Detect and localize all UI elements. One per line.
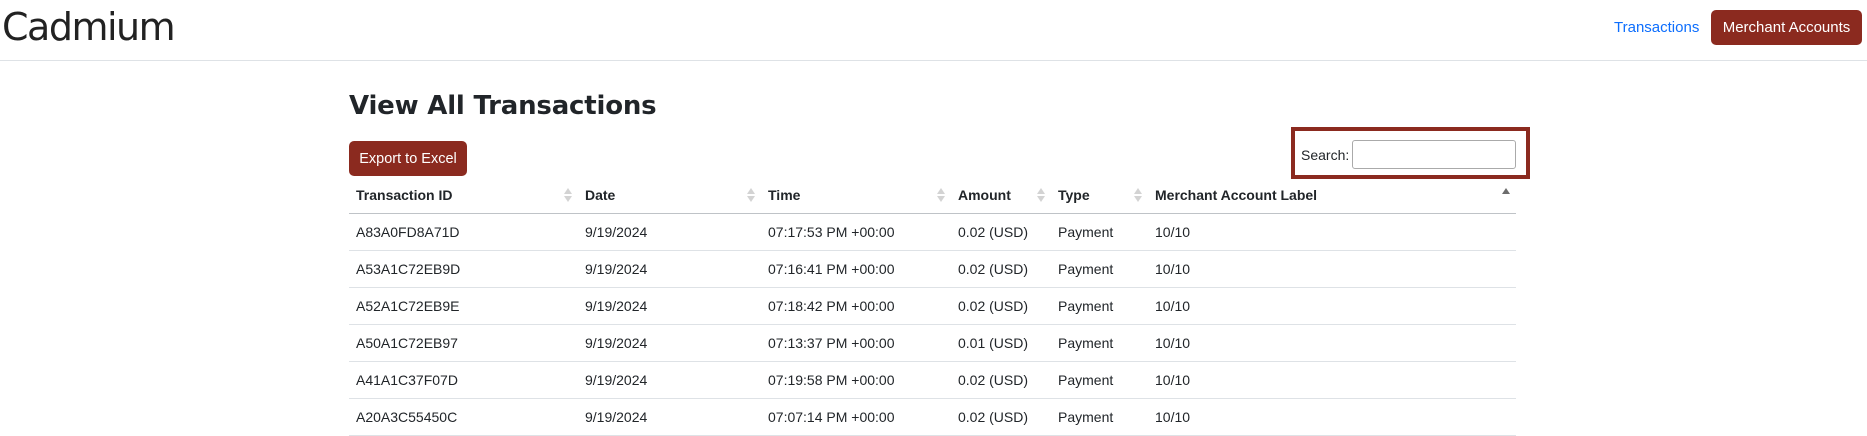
- cell-merchant-account-label: 10/10: [1148, 398, 1516, 436]
- cell-type: Payment: [1051, 250, 1148, 288]
- cell-time: 07:16:41 PM +00:00: [761, 250, 951, 288]
- cell-type: Payment: [1051, 324, 1148, 362]
- column-header-label: Transaction ID: [356, 187, 453, 204]
- sort-icon: [1037, 187, 1045, 203]
- cell-merchant-account-label: 10/10: [1148, 287, 1516, 325]
- cell-type: Payment: [1051, 398, 1148, 436]
- cell-type: Payment: [1051, 213, 1148, 251]
- column-header-label: Date: [585, 187, 616, 204]
- cell-date: 9/19/2024: [578, 250, 761, 288]
- brand-logo[interactable]: Cadmium: [2, 4, 176, 50]
- top-navbar: Cadmium Transactions Merchant Accounts: [0, 0, 1867, 61]
- column-header-transaction-id[interactable]: Transaction ID: [349, 178, 578, 214]
- column-header-date[interactable]: Date: [578, 178, 761, 214]
- column-header-amount[interactable]: Amount: [951, 178, 1051, 214]
- cell-type: Payment: [1051, 287, 1148, 325]
- cell-date: 9/19/2024: [578, 398, 761, 436]
- cell-date: 9/19/2024: [578, 287, 761, 325]
- cell-transaction-id: A83A0FD8A71D: [349, 213, 578, 251]
- sort-icon: [564, 187, 572, 203]
- cell-type: Payment: [1051, 361, 1148, 399]
- cell-merchant-account-label: 10/10: [1148, 213, 1516, 251]
- sort-icon: [747, 187, 755, 203]
- cell-time: 07:18:42 PM +00:00: [761, 287, 951, 325]
- table-row[interactable]: A53A1C72EB9D 9/19/2024 07:16:41 PM +00:0…: [349, 250, 1516, 288]
- cell-transaction-id: A53A1C72EB9D: [349, 250, 578, 288]
- page-title: View All Transactions: [349, 91, 657, 121]
- cell-time: 07:13:37 PM +00:00: [761, 324, 951, 362]
- nav-link-transactions[interactable]: Transactions: [1614, 19, 1699, 37]
- column-header-type[interactable]: Type: [1051, 178, 1148, 214]
- cell-amount: 0.02 (USD): [951, 361, 1051, 399]
- sort-icon: [937, 187, 945, 203]
- cell-merchant-account-label: 10/10: [1148, 250, 1516, 288]
- table-row[interactable]: A41A1C37F07D 9/19/2024 07:19:58 PM +00:0…: [349, 361, 1516, 399]
- cell-transaction-id: A41A1C37F07D: [349, 361, 578, 399]
- transactions-table: Transaction ID Date Time Amount Type Mer…: [349, 178, 1516, 436]
- table-row[interactable]: A20A3C55450C 9/19/2024 07:07:14 PM +00:0…: [349, 398, 1516, 436]
- merchant-accounts-button[interactable]: Merchant Accounts: [1711, 10, 1862, 45]
- cell-amount: 0.02 (USD): [951, 287, 1051, 325]
- cell-transaction-id: A50A1C72EB97: [349, 324, 578, 362]
- cell-date: 9/19/2024: [578, 361, 761, 399]
- table-row[interactable]: A52A1C72EB9E 9/19/2024 07:18:42 PM +00:0…: [349, 287, 1516, 325]
- table-row[interactable]: A83A0FD8A71D 9/19/2024 07:17:53 PM +00:0…: [349, 213, 1516, 251]
- column-header-label: Merchant Account Label: [1155, 187, 1318, 204]
- cell-merchant-account-label: 10/10: [1148, 324, 1516, 362]
- cell-amount: 0.02 (USD): [951, 250, 1051, 288]
- search-label: Search:: [1301, 147, 1350, 163]
- column-header-label: Type: [1058, 187, 1090, 204]
- sort-icon: [1134, 187, 1142, 203]
- export-to-excel-button[interactable]: Export to Excel: [349, 141, 467, 176]
- column-header-label: Amount: [958, 187, 1011, 204]
- column-header-label: Time: [768, 187, 801, 204]
- sort-ascending-icon: [1502, 187, 1510, 203]
- cell-amount: 0.01 (USD): [951, 324, 1051, 362]
- cell-transaction-id: A52A1C72EB9E: [349, 287, 578, 325]
- cell-time: 07:07:14 PM +00:00: [761, 398, 951, 436]
- column-header-time[interactable]: Time: [761, 178, 951, 214]
- cell-date: 9/19/2024: [578, 324, 761, 362]
- cell-date: 9/19/2024: [578, 213, 761, 251]
- cell-amount: 0.02 (USD): [951, 213, 1051, 251]
- cell-amount: 0.02 (USD): [951, 398, 1051, 436]
- cell-merchant-account-label: 10/10: [1148, 361, 1516, 399]
- table-row[interactable]: A50A1C72EB97 9/19/2024 07:13:37 PM +00:0…: [349, 324, 1516, 362]
- table-header-row: Transaction ID Date Time Amount Type Mer…: [349, 178, 1516, 214]
- cell-time: 07:17:53 PM +00:00: [761, 213, 951, 251]
- cell-transaction-id: A20A3C55450C: [349, 398, 578, 436]
- search-input[interactable]: [1352, 140, 1516, 169]
- cell-time: 07:19:58 PM +00:00: [761, 361, 951, 399]
- column-header-merchant-account-label[interactable]: Merchant Account Label: [1148, 178, 1516, 214]
